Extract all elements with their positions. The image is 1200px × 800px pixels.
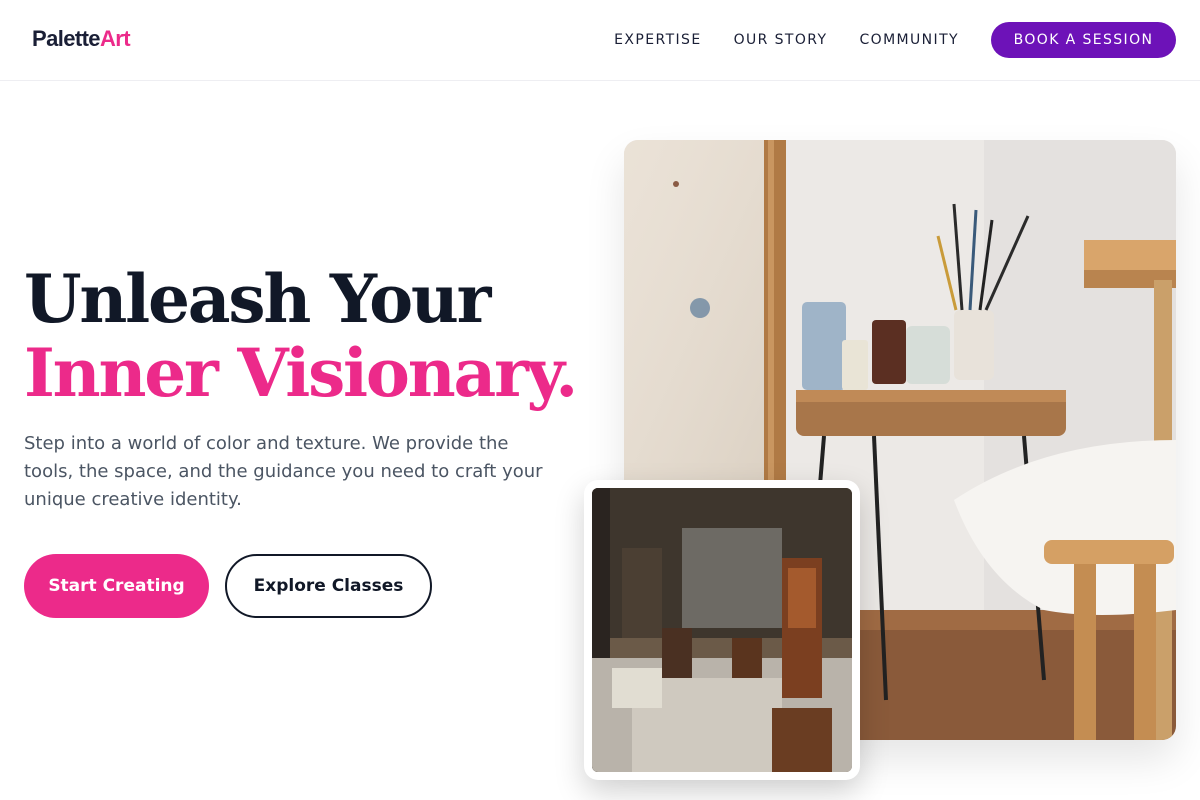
main-nav: EXPERTISE OUR STORY COMMUNITY BOOK A SES… [614,22,1176,58]
hero-secondary-image [592,488,852,772]
nav-link-community[interactable]: COMMUNITY [859,32,959,48]
start-creating-button[interactable]: Start Creating [24,554,209,618]
hero-title: Unleash Your Inner Visionary. [24,260,578,412]
book-session-button[interactable]: BOOK A SESSION [991,22,1176,58]
logo-text-accent: Art [99,26,131,51]
hero-title-line1: Unleash Your [24,260,491,338]
logo[interactable]: PaletteArt [32,26,131,52]
explore-classes-button[interactable]: Explore Classes [225,554,432,618]
art-workshop-room-photo [592,488,852,772]
nav-link-our-story[interactable]: OUR STORY [734,32,828,48]
nav-link-expertise[interactable]: EXPERTISE [614,32,701,48]
hero-description: Step into a world of color and texture. … [24,433,543,510]
logo-text-main: Palette [32,26,101,51]
hero-title-line2: Inner Visionary. [24,334,578,412]
site-header: PaletteArt EXPERTISE OUR STORY COMMUNITY… [0,0,1200,81]
hero-secondary-image-frame [584,480,860,780]
